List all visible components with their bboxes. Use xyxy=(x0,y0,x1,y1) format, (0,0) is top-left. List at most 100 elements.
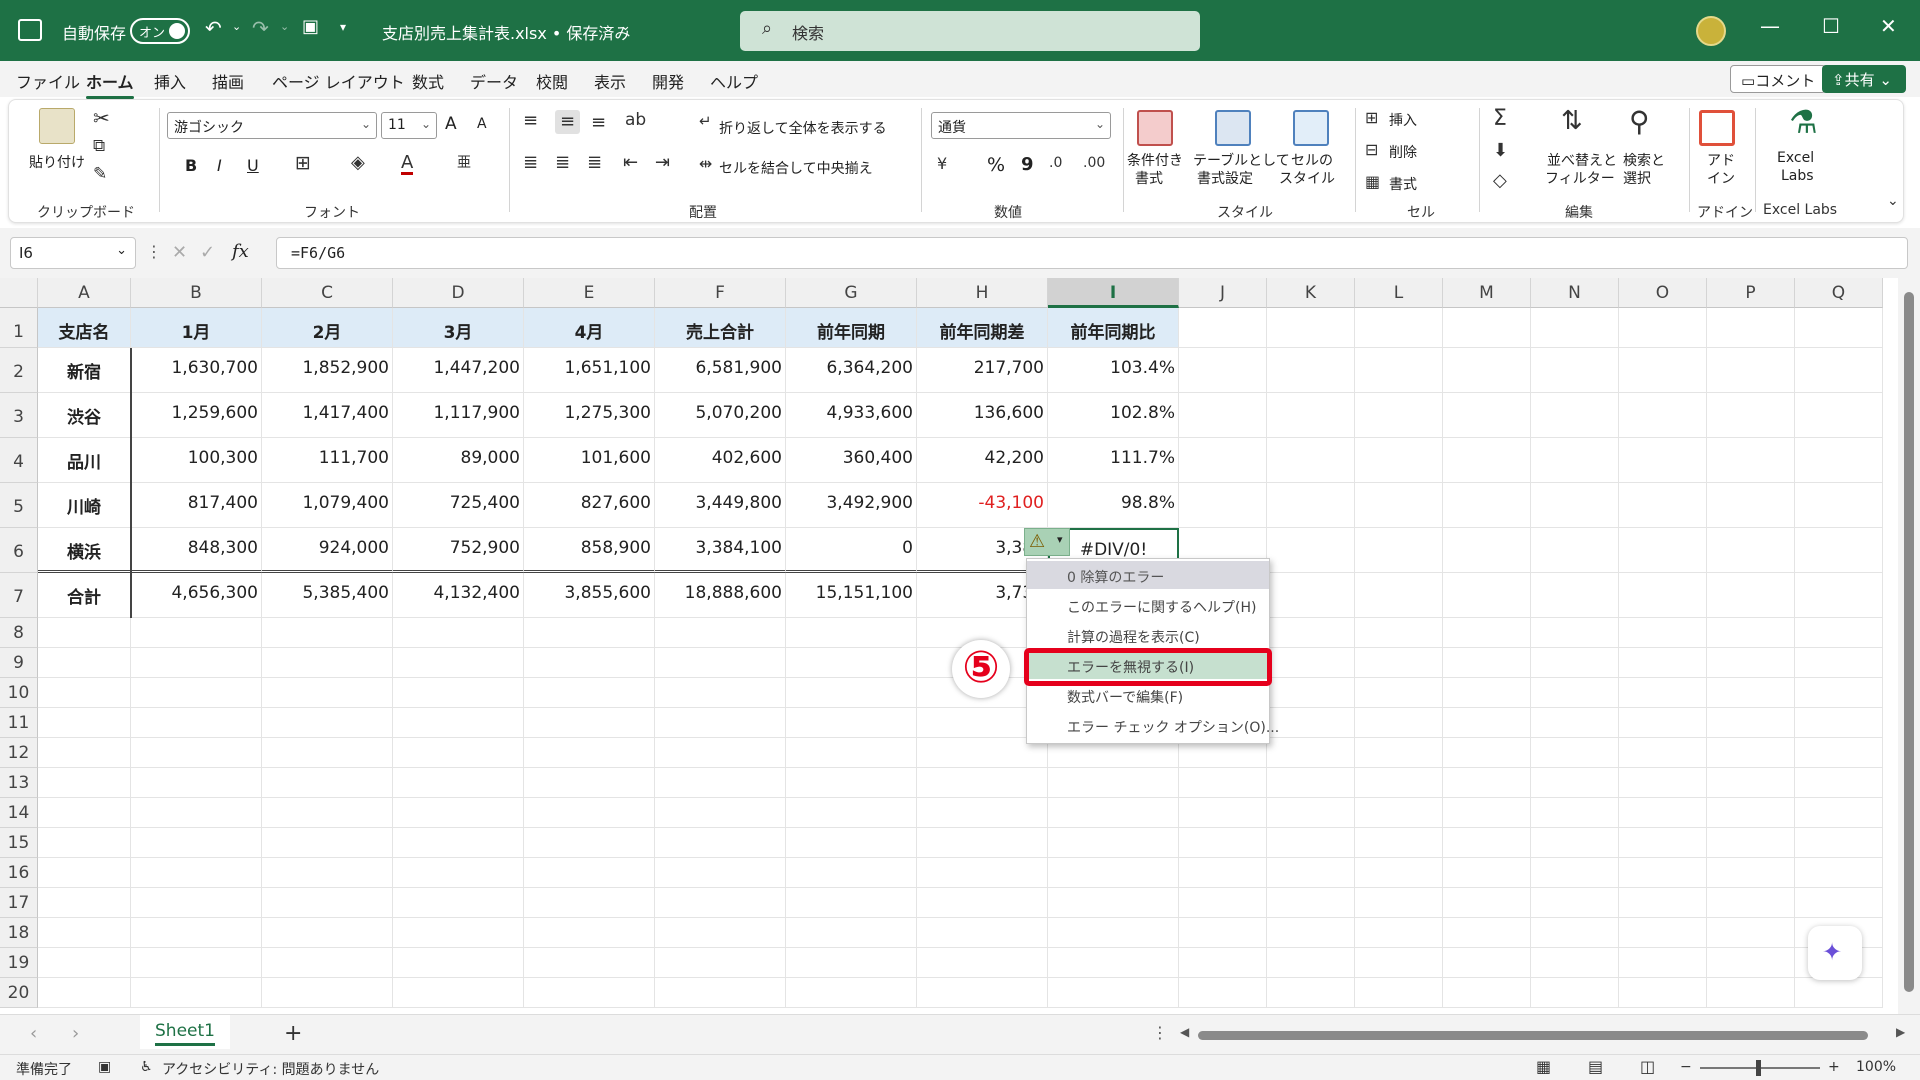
cell[interactable] xyxy=(1355,918,1443,948)
cell[interactable] xyxy=(131,918,262,948)
cell[interactable] xyxy=(38,858,131,888)
cell[interactable] xyxy=(393,678,524,708)
cell[interactable] xyxy=(1619,438,1707,483)
cell[interactable] xyxy=(524,768,655,798)
more-icon[interactable]: ⋮ xyxy=(146,242,162,261)
cell[interactable] xyxy=(1443,528,1531,573)
redo-icon[interactable]: ↷ xyxy=(252,16,269,40)
addins-label-2[interactable]: イン xyxy=(1707,168,1735,188)
cell[interactable] xyxy=(1267,888,1355,918)
value-cell[interactable]: 5,070,200 xyxy=(655,393,786,438)
cell[interactable] xyxy=(393,708,524,738)
cell[interactable] xyxy=(393,738,524,768)
insert-cells-button[interactable]: 挿入 xyxy=(1389,110,1417,130)
cell[interactable] xyxy=(1048,798,1179,828)
cell[interactable] xyxy=(1531,573,1619,618)
value-cell[interactable]: 752,900 xyxy=(393,528,524,573)
branch-name-cell[interactable]: 川崎 xyxy=(38,483,131,528)
scroll-left-icon[interactable]: ◀ xyxy=(1180,1025,1189,1039)
value-cell[interactable]: 3,855,600 xyxy=(524,573,655,618)
cell[interactable] xyxy=(1619,648,1707,678)
undo-icon[interactable]: ↶ xyxy=(205,16,222,40)
cut-icon[interactable]: ✂ xyxy=(93,108,110,128)
cell[interactable] xyxy=(1531,678,1619,708)
cell[interactable] xyxy=(524,858,655,888)
cell[interactable] xyxy=(1179,978,1267,1008)
cell-styles-label-1[interactable]: セルの xyxy=(1291,150,1333,170)
cell[interactable] xyxy=(262,738,393,768)
cell[interactable] xyxy=(1355,948,1443,978)
currency-icon[interactable]: ¥ xyxy=(937,156,947,172)
cell[interactable] xyxy=(1619,738,1707,768)
cell[interactable] xyxy=(524,978,655,1008)
cell[interactable] xyxy=(1355,768,1443,798)
cell[interactable] xyxy=(1179,308,1267,348)
row-header-10[interactable]: 10 xyxy=(0,678,38,708)
value-cell[interactable]: 111,700 xyxy=(262,438,393,483)
value-cell[interactable]: 402,600 xyxy=(655,438,786,483)
cell[interactable] xyxy=(1795,678,1883,708)
font-size-combo[interactable]: 11 ⌄ xyxy=(381,112,437,139)
paste-label[interactable]: 貼り付け xyxy=(29,152,85,172)
align-left-icon[interactable]: ≣ xyxy=(523,154,538,172)
cell[interactable] xyxy=(917,948,1048,978)
branch-name-cell[interactable]: 品川 xyxy=(38,438,131,483)
cell[interactable] xyxy=(1531,438,1619,483)
fill-color-icon[interactable]: ◈ xyxy=(351,154,365,172)
value-cell[interactable]: 102.8% xyxy=(1048,393,1179,438)
tab-draw[interactable]: 描画 xyxy=(212,69,244,93)
value-cell[interactable]: 1,651,100 xyxy=(524,348,655,393)
cell[interactable] xyxy=(1267,483,1355,528)
screenshot-icon[interactable]: ▣ xyxy=(302,16,319,37)
column-header-d[interactable]: D xyxy=(393,278,524,308)
cell[interactable] xyxy=(1619,483,1707,528)
value-cell[interactable]: 1,275,300 xyxy=(524,393,655,438)
cell[interactable] xyxy=(655,948,786,978)
cell[interactable] xyxy=(1267,438,1355,483)
cell[interactable] xyxy=(38,948,131,978)
cell[interactable] xyxy=(1048,948,1179,978)
cell[interactable] xyxy=(655,918,786,948)
cell[interactable] xyxy=(1707,678,1795,708)
find-select-label-1[interactable]: 検索と xyxy=(1623,150,1665,170)
cell[interactable] xyxy=(1355,978,1443,1008)
row-header-2[interactable]: 2 xyxy=(0,348,38,393)
column-header-m[interactable]: M xyxy=(1443,278,1531,308)
cell[interactable] xyxy=(1443,978,1531,1008)
column-header-a[interactable]: A xyxy=(38,278,131,308)
vertical-scrollbar[interactable] xyxy=(1898,278,1920,1014)
cell[interactable] xyxy=(524,618,655,648)
row-header-4[interactable]: 4 xyxy=(0,438,38,483)
merge-center-button[interactable]: セルを結合して中央揃え xyxy=(719,158,873,178)
cell[interactable] xyxy=(655,978,786,1008)
value-cell[interactable]: 1,630,700 xyxy=(131,348,262,393)
cell[interactable] xyxy=(1531,858,1619,888)
cell[interactable] xyxy=(131,708,262,738)
prev-sheet-icon[interactable]: ‹ xyxy=(30,1023,37,1044)
insert-cells-icon[interactable]: ⊞ xyxy=(1365,110,1378,126)
row-header-15[interactable]: 15 xyxy=(0,828,38,858)
header-cell[interactable]: 3月 xyxy=(393,308,524,348)
comma-button[interactable]: 9 xyxy=(1021,154,1034,175)
borders-icon[interactable]: ⊞ xyxy=(295,154,311,173)
cell[interactable] xyxy=(1531,393,1619,438)
menu-item-help[interactable]: このエラーに関するヘルプ(H) xyxy=(1027,591,1269,619)
column-header-h[interactable]: H xyxy=(917,278,1048,308)
phonetic-icon[interactable]: 亜 xyxy=(457,156,471,170)
header-cell[interactable]: 前年同期差 xyxy=(917,308,1048,348)
cell[interactable] xyxy=(1443,483,1531,528)
cell[interactable] xyxy=(1795,348,1883,393)
cell[interactable] xyxy=(917,768,1048,798)
cell[interactable] xyxy=(1795,648,1883,678)
cell[interactable] xyxy=(1795,573,1883,618)
cell[interactable] xyxy=(655,798,786,828)
cell[interactable] xyxy=(1707,528,1795,573)
cell[interactable] xyxy=(786,708,917,738)
row-header-20[interactable]: 20 xyxy=(0,978,38,1008)
cell[interactable] xyxy=(1619,978,1707,1008)
cell[interactable] xyxy=(1179,798,1267,828)
cell[interactable] xyxy=(1619,573,1707,618)
cell[interactable] xyxy=(1707,708,1795,738)
value-cell[interactable]: 6,581,900 xyxy=(655,348,786,393)
cell[interactable] xyxy=(786,918,917,948)
